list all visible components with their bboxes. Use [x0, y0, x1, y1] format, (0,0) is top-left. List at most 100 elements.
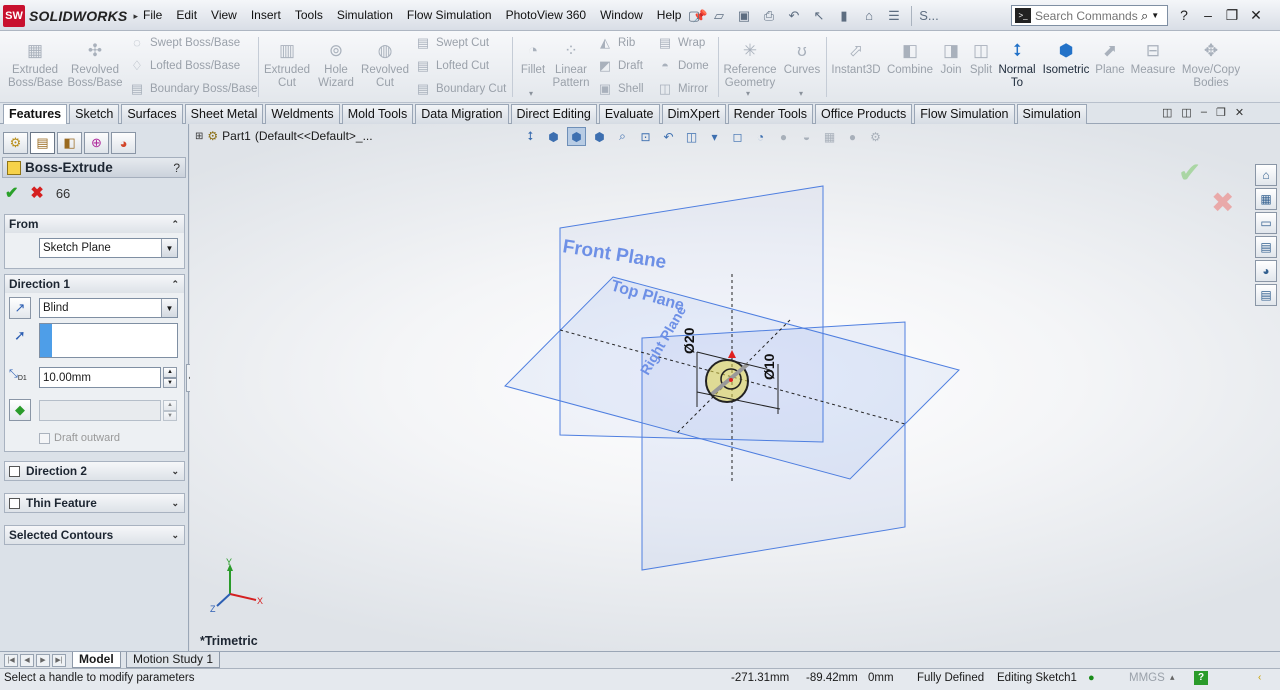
shell-button[interactable]: ▣ Shell: [596, 79, 644, 99]
menu-file[interactable]: File: [136, 0, 169, 31]
save-icon[interactable]: ▣: [733, 5, 755, 27]
search-input[interactable]: [1035, 8, 1139, 23]
configuration-manager-tab-icon[interactable]: ◧: [57, 132, 82, 154]
tile-horizontal-icon[interactable]: ◫: [1162, 106, 1172, 119]
status-units[interactable]: MMGS: [1129, 672, 1165, 684]
direction2-group[interactable]: Direction 2 ⌄: [4, 461, 185, 481]
instant3d-button[interactable]: ⬀ Instant3D: [830, 41, 882, 77]
direction-of-extrusion-field[interactable]: [39, 323, 178, 358]
end-condition-select[interactable]: Blind ▼: [39, 298, 178, 318]
help-icon[interactable]: ?: [1176, 7, 1192, 23]
tab-simulation[interactable]: Simulation: [1016, 104, 1087, 124]
cancel-x-icon[interactable]: ✖: [30, 183, 43, 203]
from-select[interactable]: Sketch Plane ▼: [39, 238, 178, 258]
tab-data-migration[interactable]: Data Migration: [415, 104, 509, 124]
spin-down-icon[interactable]: ▼: [163, 377, 177, 388]
doc-restore-icon[interactable]: ❐: [1216, 106, 1226, 119]
detailed-preview-icon[interactable]: 66: [56, 186, 70, 201]
tab-features[interactable]: Features: [3, 104, 68, 125]
menu-edit[interactable]: Edit: [169, 0, 204, 31]
mirror-button[interactable]: ◫ Mirror: [656, 79, 708, 99]
file-properties-icon[interactable]: ⌂: [858, 5, 880, 27]
quick-tips-help-icon[interactable]: ?: [1194, 671, 1208, 685]
boundary-cut-button[interactable]: ▤ Boundary Cut: [414, 79, 506, 99]
collapse-icon[interactable]: ⌃: [171, 219, 179, 230]
fillet-dropdown-icon[interactable]: ▾: [529, 89, 533, 98]
direction2-checkbox[interactable]: [9, 465, 20, 477]
hole-wizard-button[interactable]: ⊚ Hole Wizard: [314, 41, 358, 90]
rib-button[interactable]: ◭ Rib: [596, 33, 635, 53]
chevron-down-icon[interactable]: ▼: [161, 239, 177, 257]
isometric-button[interactable]: ⬢ Isometric: [1040, 41, 1092, 77]
rebuild-icon[interactable]: ▮: [833, 5, 855, 27]
wrap-button[interactable]: ▤ Wrap: [656, 33, 705, 53]
rebuild-status-icon[interactable]: ●: [1088, 672, 1095, 684]
menu-photoview[interactable]: PhotoView 360: [499, 0, 594, 31]
curves-dropdown-icon[interactable]: ▾: [799, 89, 803, 98]
restore-icon[interactable]: ❐: [1224, 7, 1240, 24]
swept-boss-button[interactable]: ◌ Swept Boss/Base: [128, 33, 240, 53]
tab-dimxpert[interactable]: DimXpert: [661, 104, 726, 124]
revolved-cut-button[interactable]: ◍ Revolved Cut: [360, 41, 410, 90]
print-icon[interactable]: ⎙: [758, 5, 780, 27]
menu-flow-simulation[interactable]: Flow Simulation: [400, 0, 499, 31]
draft-on-off-icon[interactable]: ◆: [9, 399, 31, 421]
tab-flow-simulation[interactable]: Flow Simulation: [914, 104, 1015, 124]
selected-contours-group-header[interactable]: Selected Contours ⌄: [5, 526, 184, 544]
extruded-boss-button[interactable]: ▦ Extruded Boss/Base: [8, 41, 63, 90]
outer-diameter-dimension[interactable]: Ø20: [681, 327, 697, 354]
expand-icon[interactable]: ⌄: [171, 530, 179, 541]
tab-weldments[interactable]: Weldments: [265, 104, 340, 124]
last-tab-icon[interactable]: ▶|: [52, 654, 66, 667]
status-flag-icon[interactable]: ‹: [1258, 672, 1261, 683]
solidworks-resources-icon[interactable]: ⌂: [1255, 164, 1277, 186]
undo-icon[interactable]: ↶: [783, 5, 805, 27]
collapse-icon[interactable]: ⌃: [171, 279, 179, 290]
tab-motion-study-1[interactable]: Motion Study 1: [126, 652, 221, 668]
tab-render-tools[interactable]: Render Tools: [727, 104, 814, 124]
next-tab-icon[interactable]: ▶: [36, 654, 50, 667]
reference-geometry-button[interactable]: ✳ Reference Geometry: [722, 41, 778, 90]
dimxpert-manager-tab-icon[interactable]: ⊕: [84, 132, 109, 154]
tab-office-products[interactable]: Office Products: [815, 104, 913, 124]
menu-window[interactable]: Window: [593, 0, 650, 31]
menu-insert[interactable]: Insert: [244, 0, 288, 31]
chevron-down-icon[interactable]: ▼: [161, 299, 177, 317]
doc-close-icon[interactable]: ✕: [1235, 106, 1244, 119]
minimize-icon[interactable]: –: [1200, 7, 1216, 23]
options-icon[interactable]: ☰: [883, 5, 905, 27]
curves-button[interactable]: ʊ Curves: [782, 41, 822, 77]
quick-access-overflow[interactable]: S...: [918, 5, 940, 27]
thin-feature-group[interactable]: Thin Feature ⌄: [4, 493, 185, 513]
search-dropdown-icon[interactable]: ▼: [1151, 11, 1159, 20]
tab-direct-editing[interactable]: Direct Editing: [510, 104, 597, 124]
search-icon[interactable]: ⌕: [1141, 8, 1148, 24]
fillet-button[interactable]: ◔ Fillet: [518, 41, 548, 77]
new-document-icon[interactable]: ▢: [683, 5, 705, 27]
thin-feature-checkbox[interactable]: [9, 497, 20, 509]
from-group-header[interactable]: From ⌃: [5, 215, 184, 233]
display-manager-tab-icon[interactable]: ◕: [111, 132, 136, 154]
menu-view[interactable]: View: [204, 0, 244, 31]
menu-tools[interactable]: Tools: [288, 0, 330, 31]
tab-model[interactable]: Model: [72, 652, 121, 668]
direction1-group-header[interactable]: Direction 1 ⌃: [5, 275, 184, 293]
first-tab-icon[interactable]: |◀: [4, 654, 18, 667]
help-button[interactable]: ?: [173, 161, 180, 175]
custom-properties-icon[interactable]: ▤: [1255, 284, 1277, 306]
expand-icon[interactable]: ⌄: [171, 498, 179, 509]
reverse-direction-icon[interactable]: ↗: [9, 297, 31, 319]
revolved-boss-button[interactable]: ✣ Revolved Boss/Base: [66, 41, 124, 90]
inner-diameter-dimension[interactable]: Ø10: [761, 353, 777, 380]
lofted-cut-button[interactable]: ▤ Lofted Cut: [414, 56, 489, 76]
combine-button[interactable]: ◧ Combine: [886, 41, 934, 77]
reference-geometry-dropdown-icon[interactable]: ▾: [746, 89, 750, 98]
spin-up-icon[interactable]: ▲: [163, 367, 177, 378]
direction2-group-header[interactable]: Direction 2 ⌄: [5, 462, 184, 480]
file-explorer-icon[interactable]: ▭: [1255, 212, 1277, 234]
units-dropdown-icon[interactable]: ▴: [1170, 672, 1175, 683]
appearances-icon[interactable]: ◕: [1255, 260, 1277, 282]
solidworks-logo[interactable]: SW SOLIDWORKS ▸: [3, 5, 138, 27]
swept-cut-button[interactable]: ▤ Swept Cut: [414, 33, 489, 53]
selected-contours-group[interactable]: Selected Contours ⌄: [4, 525, 185, 545]
